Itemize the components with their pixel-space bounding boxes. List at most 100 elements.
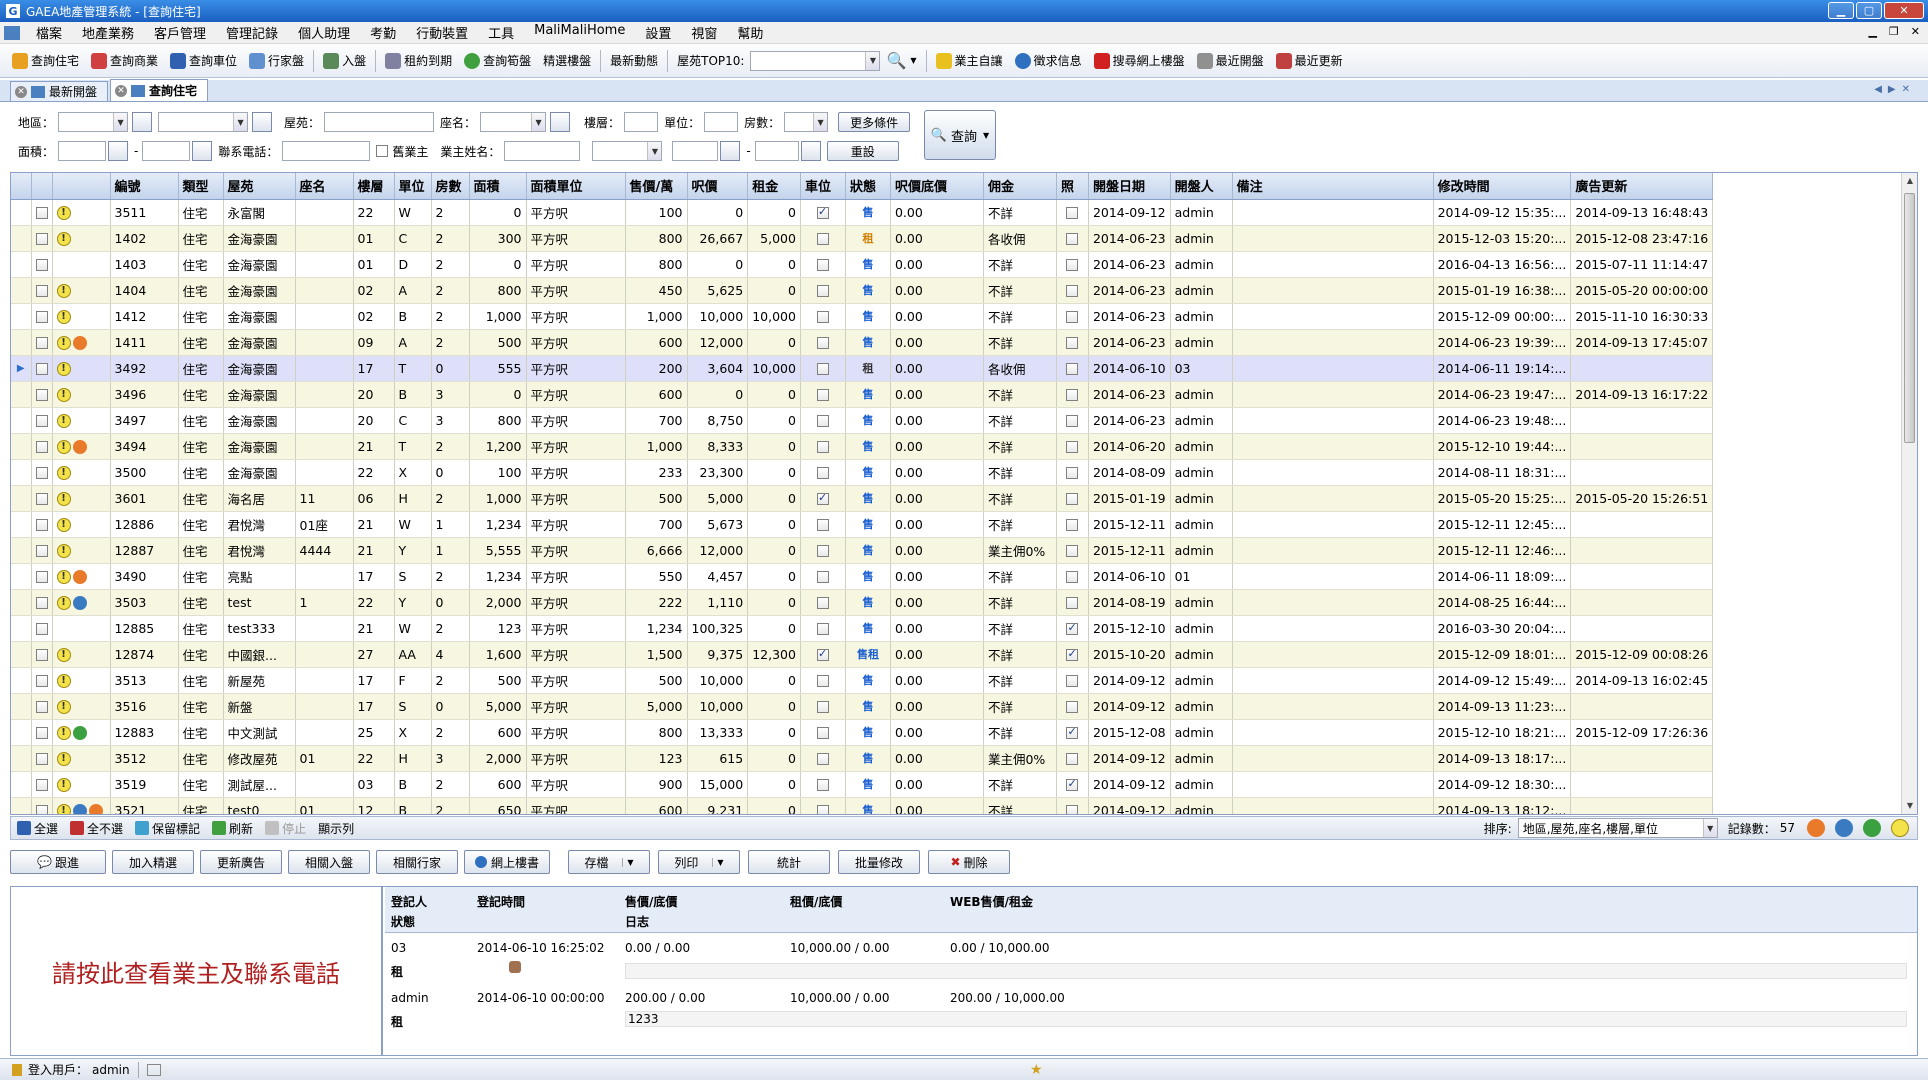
column-header[interactable]: 面積 [469,173,527,200]
column-header[interactable]: 售價/萬 [625,173,688,200]
blue-badge-icon[interactable] [72,803,87,814]
row-checkbox[interactable] [35,545,48,557]
warning-icon[interactable]: ! [56,751,71,766]
price-min-input[interactable] [672,141,719,161]
filter-blue-icon[interactable] [1835,819,1853,837]
phone-input[interactable] [282,141,371,161]
more-conditions-button[interactable]: 更多條件 [838,112,911,132]
warning-icon[interactable]: ! [56,439,71,454]
parking-checkbox[interactable] [816,545,829,557]
table-row[interactable]: ! 1411 住宅 金海豪園 09 A 2 500 平方呎 600 12,000 0 售 0.00 不詳 20… [11,329,1714,356]
warning-icon[interactable]: ! [56,517,71,532]
photo-checkbox[interactable] [1066,467,1079,479]
parking-checkbox[interactable] [816,519,829,531]
parking-checkbox[interactable] [816,389,829,401]
photo-checkbox[interactable] [1066,233,1079,245]
query-parking-button[interactable]: 查詢車位 [164,48,243,74]
warning-icon[interactable]: ! [56,465,71,480]
column-header[interactable]: 廣告更新 [1570,173,1714,200]
parking-checkbox[interactable] [816,701,829,713]
unit-input[interactable] [704,112,739,132]
parking-checkbox[interactable] [816,571,829,583]
top10-select[interactable]: ▼ [750,50,881,71]
parking-checkbox[interactable] [816,647,829,661]
person-icon[interactable] [509,961,521,973]
owner-contact-link[interactable]: 請按此查看業主及聯系電話 [11,887,383,1055]
column-header[interactable]: 備注 [1232,173,1434,200]
warning-icon[interactable]: ! [56,647,71,662]
rooms-select[interactable]: ▼ [784,112,829,132]
table-row[interactable]: ! 3503 住宅 test 1 22 Y 0 2,000 平方呎 222 1,110 0 售 0.00 不詳… [11,589,1714,616]
select-none-button[interactable]: 全不選 [64,820,129,837]
column-header[interactable]: 編號 [110,173,179,200]
table-row[interactable]: 12885 住宅 test333 21 W 2 123 平方呎 1,234 100,325 0 售 0.… [11,615,1714,642]
query-commercial-button[interactable]: 查詢商業 [85,48,164,74]
photo-checkbox[interactable] [1066,571,1079,583]
column-header[interactable]: 面積單位 [526,173,626,200]
column-header[interactable]: 樓層 [353,173,395,200]
parking-checkbox[interactable] [816,623,829,635]
chevron-down-icon[interactable]: ▼ [622,857,634,867]
tab-nav-arrows[interactable]: ◀▶✕ [1874,84,1916,95]
row-checkbox[interactable] [35,571,48,583]
warning-icon[interactable]: ! [56,595,71,610]
checkbox-header[interactable] [31,173,53,200]
show-columns-button[interactable]: 顯示列 [312,820,360,837]
table-row[interactable]: ! 3513 住宅 新屋苑 17 F 2 500 平方呎 500 10,000 0 售 0.00 不詳 201… [11,667,1714,694]
filter-orange-icon[interactable] [1807,819,1825,837]
close-button[interactable]: ✕ [1884,2,1924,19]
row-checkbox[interactable] [35,467,48,479]
select-all-button[interactable]: 全選 [11,820,64,837]
delete-button[interactable]: ✖ 刪除 [928,850,1010,874]
column-header[interactable]: 租金 [747,173,801,200]
calc-icon[interactable] [800,141,821,161]
row-checkbox[interactable] [35,285,48,297]
parking-checkbox[interactable] [816,491,829,505]
orange-badge-icon[interactable] [72,439,87,454]
column-header[interactable]: 屋苑 [223,173,296,200]
menu-item[interactable]: 客戶管理 [144,23,216,42]
photo-checkbox[interactable] [1066,389,1079,401]
filter-yellow-icon[interactable] [1891,819,1909,837]
tab-query-residential[interactable]: ✕ 查詢住宅 [110,79,209,101]
row-checkbox[interactable] [35,363,48,375]
photo-checkbox[interactable] [1066,415,1079,427]
old-owner-checkbox[interactable] [376,145,389,157]
table-row[interactable]: ! 12883住宅中文測試 25X2600平方呎80013,3330 售 0.00不詳 2… [11,719,1714,746]
column-header[interactable]: 呎價底價 [890,173,984,200]
table-row[interactable]: !3511住宅永富閣22W20平方呎10000售0.00不詳2014-09-12… [11,199,1714,226]
search-button[interactable]: 🔍 ▼ [880,48,922,74]
photo-checkbox[interactable] [1066,441,1079,453]
table-row[interactable]: ! 3521 住宅 test0 01 12 B 2 650 平方呎 600 9,231 0 售 0.00 不詳… [11,797,1714,814]
parking-checkbox[interactable] [816,779,829,791]
table-row[interactable]: ! 12887 住宅 君悅灣 4444 21 Y 1 5,555 平方呎 6,666 12,000 0 售… [11,537,1714,564]
table-row[interactable]: ! 3494 住宅 金海豪園 21 T 2 1,200 平方呎 1,000 8,333 0 售 0.00 不… [11,433,1714,460]
owner-sale-button[interactable]: 業主自讓 [930,48,1009,74]
parking-checkbox[interactable] [816,753,829,765]
warning-icon[interactable]: ! [56,361,71,376]
photo-checkbox[interactable] [1066,207,1079,219]
district-picker-button[interactable] [252,112,273,132]
mdi-restore-icon[interactable]: ❐ [1889,25,1899,38]
row-checkbox[interactable] [35,805,48,814]
district-select[interactable]: ▼ [158,112,249,132]
scrollbar-thumb[interactable] [1904,193,1915,443]
row-checkbox[interactable] [35,207,48,219]
sort-select[interactable]: 地區,屋苑,座名,樓層,單位 ▼ [1517,818,1718,838]
grid-vertical-scrollbar[interactable]: ▲ ▼ [1901,173,1917,814]
menu-item[interactable]: 視窗 [681,23,727,42]
photo-checkbox[interactable] [1066,725,1079,739]
photo-checkbox[interactable] [1066,597,1079,609]
parking-checkbox[interactable] [816,285,829,297]
table-row[interactable]: ! 3490 住宅 亮點 17 S 2 1,234 平方呎 550 4,457 0 售 0.00 不詳 201… [11,563,1714,590]
column-header[interactable]: 房數 [431,173,470,200]
related-agent-button[interactable]: 相關行家 [376,850,458,874]
filter-green-icon[interactable] [1863,819,1881,837]
row-checkbox[interactable] [35,753,48,765]
query-button[interactable]: 🔍 查詢 ▼ [924,110,996,160]
area-picker-button[interactable] [132,112,153,132]
close-icon[interactable]: ✕ [115,84,128,97]
menu-item[interactable]: 幫助 [727,23,773,42]
chevron-down-icon[interactable]: ▼ [712,857,724,867]
latest-news-button[interactable]: 最新動態 [604,48,664,74]
